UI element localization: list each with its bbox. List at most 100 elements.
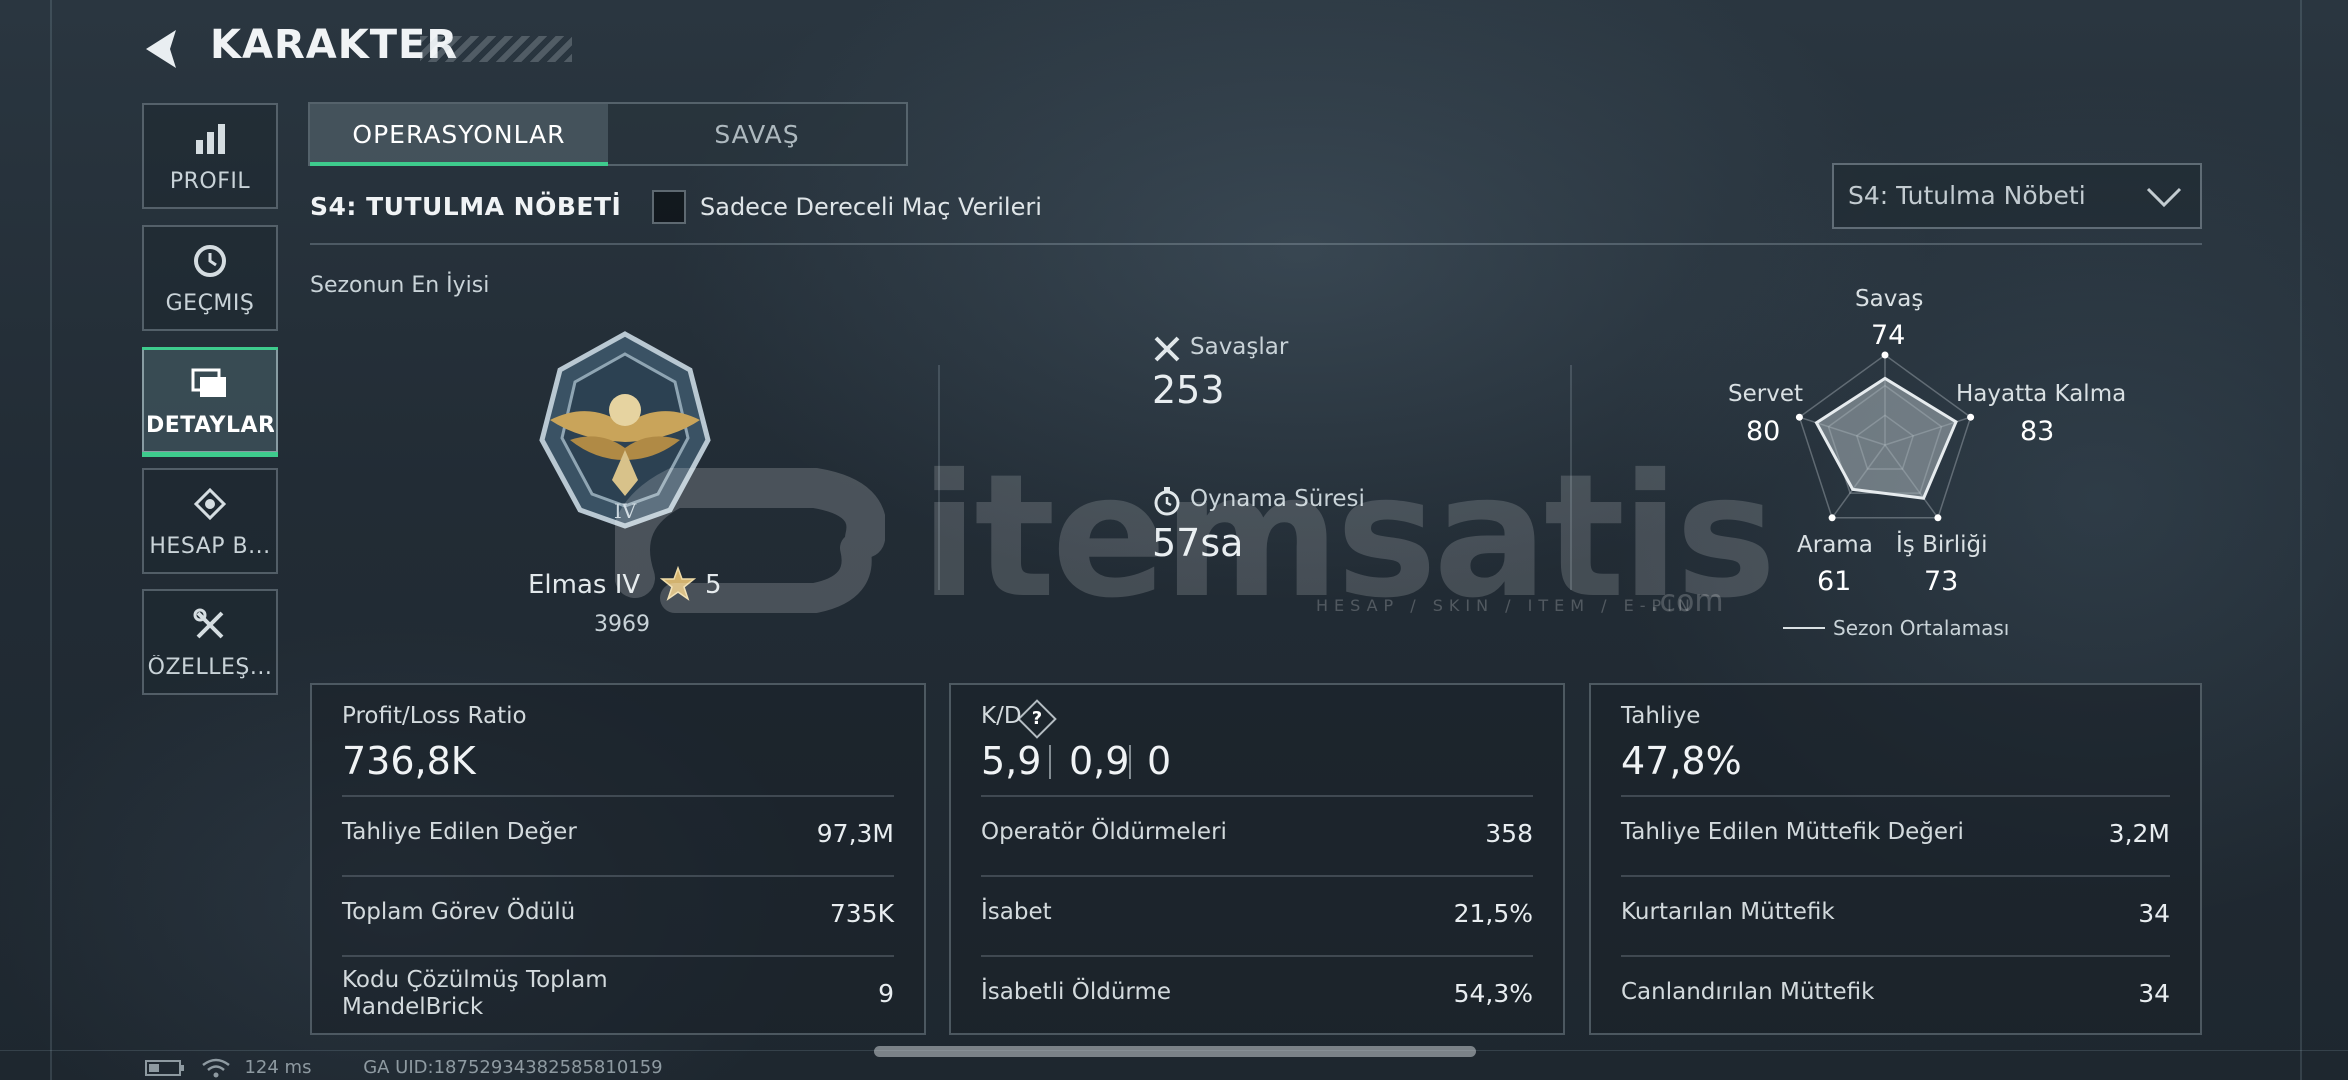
radar-value-arama: 61: [1817, 566, 1852, 597]
sidebar-item-label: GEÇMIŞ: [165, 290, 255, 316]
kd-value-1: 5,9: [981, 739, 1042, 783]
tab-savas[interactable]: SAVAŞ: [608, 104, 906, 164]
radar-axis-point: [1881, 351, 1889, 359]
stat-row-value: 9: [878, 979, 894, 1008]
stat-row-value: 21,5%: [1453, 899, 1533, 928]
sidebar-item-label: DETAYLAR: [146, 412, 274, 438]
stat-row-value: 97,3M: [816, 819, 894, 848]
stat-row: Kurtarılan Müttefik 34: [1621, 875, 2170, 953]
help-icon[interactable]: ?: [1017, 699, 1057, 739]
season-dropdown-value: S4: Tutulma Nöbeti: [1848, 181, 2086, 210]
battery-icon: [145, 1060, 184, 1076]
legend-line: [1783, 627, 1825, 629]
kd-value-3: 0: [1147, 739, 1172, 783]
kd-value-2: 0,9: [1069, 739, 1130, 783]
legend-label: Sezon Ortalaması: [1833, 616, 2010, 640]
wrench-tools-icon: [190, 605, 230, 645]
extract-card: Tahliye 47,8% Tahliye Edilen Müttefik De…: [1589, 683, 2202, 1035]
sidebar-item-label: PROFIL: [169, 168, 251, 194]
stat-row: İsabetli Öldürme 54,3%: [981, 955, 1533, 1033]
hud-line: [2300, 0, 2302, 1080]
radar-value-polygon: [1814, 376, 1958, 500]
title-decoration: [420, 36, 572, 62]
stat-row: Toplam Görev Ödülü 735K: [342, 875, 894, 953]
stat-row-value: 358: [1485, 819, 1533, 848]
ranked-only-label[interactable]: Sadece Dereceli Maç Verileri: [700, 193, 1042, 221]
stat-row: Operatör Öldürmeleri 358: [981, 795, 1533, 873]
stat-row-value: 34: [2138, 979, 2170, 1008]
mode-tabs: OPERASYONLAR SAVAŞ: [308, 102, 908, 166]
radar-value-hayatta-kalma: 83: [2020, 416, 2055, 447]
stat-row-label: Tahliye Edilen Değer: [342, 819, 577, 845]
sidebar-item-label: HESAP B...: [149, 533, 271, 559]
profit-value: 736,8K: [342, 739, 476, 783]
crossed-swords-icon: [1154, 336, 1180, 362]
stat-row-value: 3,2M: [2108, 819, 2170, 848]
sidebar-item-hesap[interactable]: HESAP B...: [142, 468, 278, 574]
back-arrow-icon[interactable]: [140, 26, 186, 72]
season-title: S4: TUTULMA NÖBETİ: [310, 192, 622, 221]
status-bar: 124 ms GA UID:18752934382585810159: [145, 1057, 663, 1079]
ranked-only-checkbox[interactable]: [652, 190, 686, 224]
stat-row-value: 34: [2138, 899, 2170, 928]
section-divider: [310, 243, 2202, 245]
battles-label: Savaşlar: [1190, 334, 1289, 360]
stat-row-label: Toplam Görev Ödülü: [342, 899, 576, 925]
radar-axis-point: [1934, 514, 1942, 522]
stat-row-label: Kurtarılan Müttefik: [1621, 899, 1835, 925]
cards-stack-icon: [190, 363, 230, 403]
account-badge-icon: [190, 484, 230, 524]
uid-text: GA UID:18752934382585810159: [363, 1057, 663, 1078]
radar-axis-point: [1795, 413, 1803, 421]
stat-row-label: Canlandırılan Müttefik: [1621, 979, 1875, 1005]
history-clock-icon: [190, 241, 230, 281]
watermark-tagline: HESAP / SKIN / ITEM / E-PIN: [1316, 596, 1696, 615]
sidebar-item-label: ÖZELLEŞ...: [147, 654, 273, 680]
season-dropdown[interactable]: S4: Tutulma Nöbeti: [1832, 163, 2202, 229]
wifi-icon: [201, 1058, 230, 1078]
sidebar-item-profil[interactable]: PROFIL: [142, 103, 278, 209]
home-indicator[interactable]: [874, 1046, 1476, 1057]
hud-line: [50, 0, 52, 1080]
radar-label-hayatta-kalma: Hayatta Kalma: [1956, 381, 2127, 407]
sidebar-item-gecmis[interactable]: GEÇMIŞ: [142, 225, 278, 331]
radar-label-is-birligi: İş Birliği: [1896, 532, 1988, 558]
radar-label-savas: Savaş: [1855, 286, 1924, 312]
radar-axis-point: [1828, 514, 1836, 522]
stat-row-label: Kodu Çözülmüş Toplam MandelBrick: [342, 967, 608, 1020]
bar-chart-icon: [190, 119, 230, 159]
chevron-down-icon: [2146, 187, 2182, 208]
extract-label: Tahliye: [1621, 703, 1701, 729]
kd-separator: [1129, 745, 1131, 779]
profit-card: Profit/Loss Ratio 736,8K Tahliye Edilen …: [310, 683, 926, 1035]
stat-row: Tahliye Edilen Müttefik Değeri 3,2M: [1621, 795, 2170, 873]
season-best-label: Sezonun En İyisi: [310, 273, 490, 298]
stat-row: İsabet 21,5%: [981, 875, 1533, 953]
stat-row-value: 735K: [829, 899, 894, 928]
radar-label-servet: Servet: [1728, 381, 1803, 407]
stat-row-label: İsabetli Öldürme: [981, 979, 1171, 1005]
kd-label: K/D: [981, 703, 1022, 729]
stat-row: Canlandırılan Müttefik 34: [1621, 955, 2170, 1033]
stat-row-label: İsabet: [981, 899, 1052, 925]
stat-row: Kodu Çözülmüş Toplam MandelBrick 9: [342, 955, 894, 1033]
radar-chart: [1795, 351, 1975, 522]
watermark-suffix: .com: [1650, 584, 1724, 619]
radar-label-arama: Arama: [1797, 532, 1873, 558]
radar-value-savas: 74: [1871, 320, 1906, 351]
battles-value: 253: [1152, 368, 1225, 412]
kd-separator: [1049, 745, 1051, 779]
sidebar-item-detaylar[interactable]: DETAYLAR: [142, 347, 278, 457]
watermark-logo-icon: [615, 468, 885, 613]
stat-row: Tahliye Edilen Değer 97,3M: [342, 795, 894, 873]
sidebar-item-ozellestir[interactable]: ÖZELLEŞ...: [142, 589, 278, 695]
radar-value-is-birligi: 73: [1924, 566, 1959, 597]
extract-value: 47,8%: [1621, 739, 1742, 783]
tab-operasyonlar[interactable]: OPERASYONLAR: [310, 104, 608, 166]
ping-value: 124 ms: [244, 1057, 312, 1078]
stat-row-label: Tahliye Edilen Müttefik Değeri: [1621, 819, 1964, 845]
stat-row-value: 54,3%: [1453, 979, 1533, 1008]
stat-row-label: Operatör Öldürmeleri: [981, 819, 1227, 845]
profit-label: Profit/Loss Ratio: [342, 703, 527, 729]
kd-card: K/D ? 5,9 0,9 0 Operatör Öldürmeleri 358…: [949, 683, 1565, 1035]
